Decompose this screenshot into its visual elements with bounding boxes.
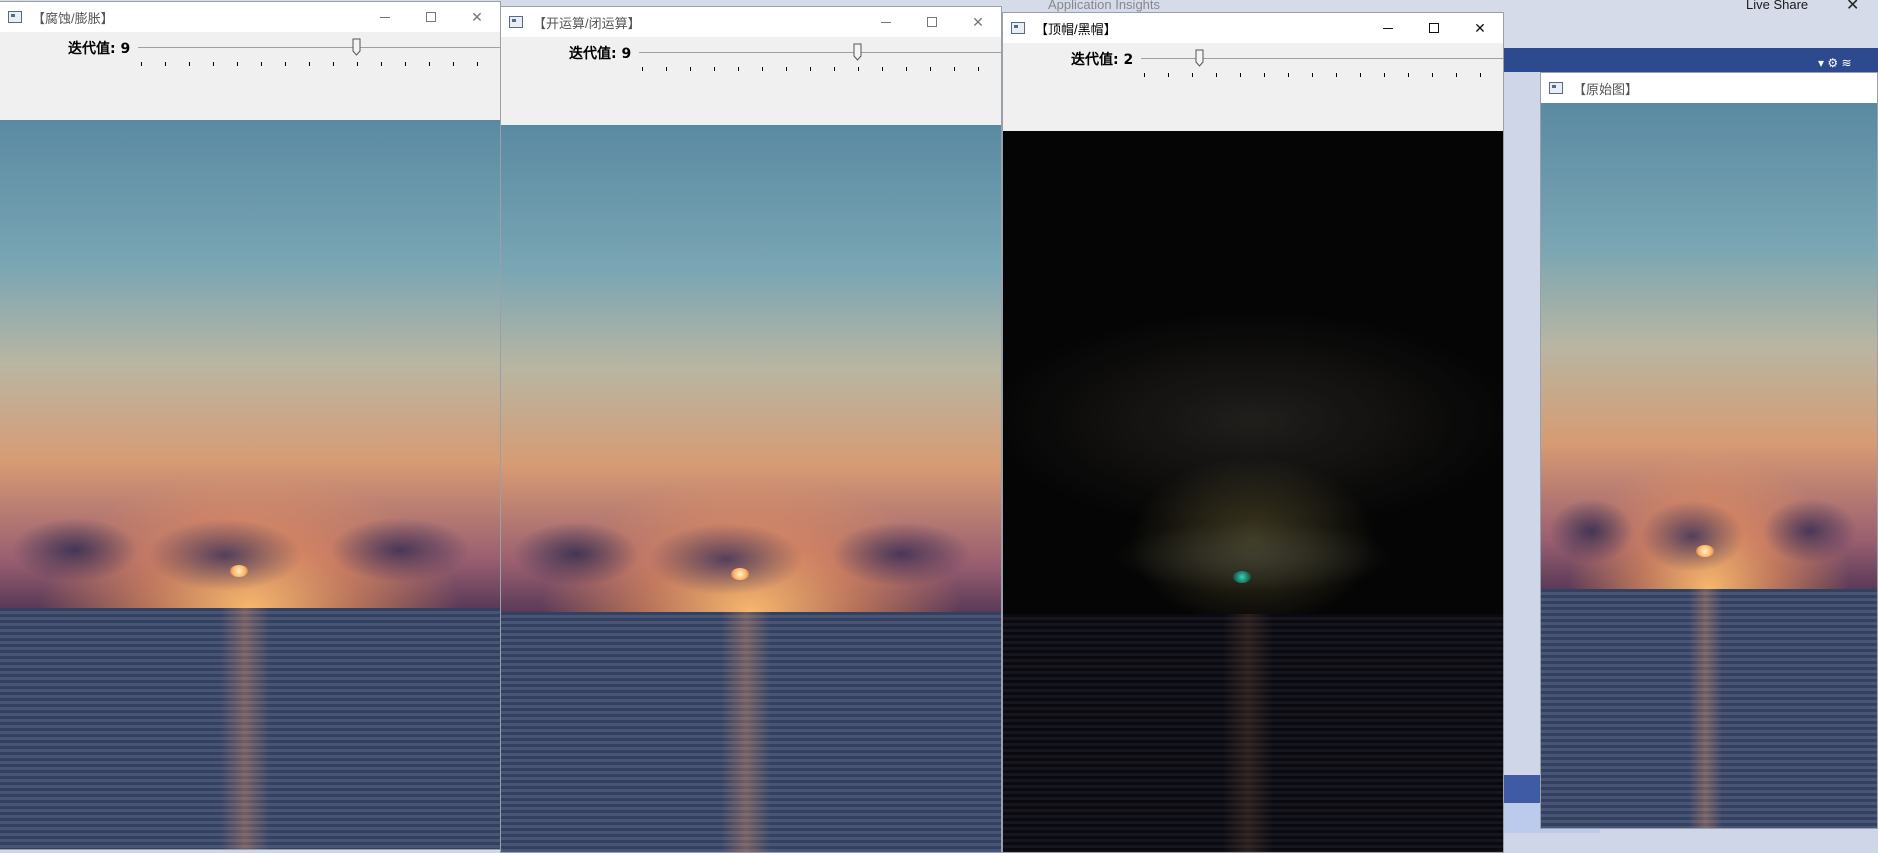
image-clouds bbox=[501, 503, 1001, 605]
iteration-trackbar-label: 迭代值: 9 bbox=[68, 41, 131, 57]
image-sea bbox=[0, 608, 500, 849]
iteration-trackbar-panel: 迭代值: 9 bbox=[0, 32, 500, 120]
application-insights-label[interactable]: Application Insights bbox=[1048, 0, 1160, 12]
iteration-trackbar-track[interactable] bbox=[639, 52, 1001, 53]
maximize-button[interactable] bbox=[408, 2, 454, 32]
image-clouds bbox=[1003, 505, 1503, 607]
window-app-icon bbox=[1549, 82, 1563, 94]
iteration-trackbar-panel: 迭代值: 9 bbox=[501, 37, 1001, 125]
iteration-trackbar-panel: 迭代值: 2 bbox=[1003, 43, 1503, 131]
window-titlebar[interactable]: 【顶帽/黑帽】 ✕ bbox=[1003, 13, 1503, 43]
window-title: 【原始图】 bbox=[1573, 81, 1639, 97]
window-titlebar[interactable]: 【腐蚀/膨胀】 ✕ bbox=[0, 2, 500, 32]
image-clouds bbox=[0, 499, 500, 602]
original-image-window[interactable]: 【原始图】 bbox=[1540, 72, 1878, 829]
close-button[interactable]: ✕ bbox=[454, 2, 500, 32]
close-button[interactable]: ✕ bbox=[955, 7, 1001, 37]
window-titlebar[interactable]: 【原始图】 bbox=[1541, 73, 1877, 103]
window-title: 【开运算/闭运算】 bbox=[533, 15, 641, 31]
window-title: 【顶帽/黑帽】 bbox=[1035, 21, 1117, 37]
image-sea bbox=[1541, 588, 1877, 828]
iteration-trackbar-ticks bbox=[141, 62, 500, 66]
ide-band-icons[interactable]: ▾ ⚙ ≋ bbox=[1818, 56, 1852, 70]
iteration-trackbar-ticks bbox=[1144, 73, 1503, 77]
image-clouds bbox=[1541, 480, 1877, 582]
ide-close-icon[interactable]: ✕ bbox=[1846, 0, 1859, 15]
image-sea bbox=[501, 612, 1001, 852]
minimize-button[interactable] bbox=[362, 2, 408, 32]
window-app-icon bbox=[509, 16, 523, 28]
iteration-trackbar-ticks bbox=[642, 67, 1001, 71]
iteration-trackbar-thumb[interactable] bbox=[352, 38, 361, 56]
iteration-trackbar-track[interactable] bbox=[138, 47, 500, 48]
window-app-icon bbox=[1011, 22, 1025, 34]
live-share-button[interactable]: Live Share bbox=[1746, 0, 1808, 12]
window-titlebar[interactable]: 【开运算/闭运算】 ✕ bbox=[501, 7, 1001, 37]
close-button[interactable]: ✕ bbox=[1457, 13, 1503, 43]
open-close-window[interactable]: 【开运算/闭运算】 ✕ 迭代值: 9 bbox=[500, 6, 1002, 853]
maximize-button[interactable] bbox=[909, 7, 955, 37]
maximize-button[interactable] bbox=[1411, 13, 1457, 43]
iteration-trackbar-label: 迭代值: 9 bbox=[569, 46, 632, 62]
tophat-blackhat-window[interactable]: 【顶帽/黑帽】 ✕ 迭代值: 2 bbox=[1002, 12, 1504, 853]
image-sun bbox=[1695, 545, 1714, 558]
erode-dilate-image bbox=[0, 120, 500, 849]
iteration-trackbar-label: 迭代值: 2 bbox=[1071, 52, 1134, 68]
minimize-button[interactable] bbox=[863, 7, 909, 37]
minimize-button[interactable] bbox=[1365, 13, 1411, 43]
iteration-trackbar-thumb[interactable] bbox=[1195, 49, 1204, 67]
image-sun bbox=[1233, 570, 1251, 583]
window-title: 【腐蚀/膨胀】 bbox=[32, 10, 114, 26]
image-sea bbox=[1003, 614, 1503, 852]
open-close-image bbox=[501, 125, 1001, 852]
window-app-icon bbox=[8, 11, 22, 23]
tophat-blackhat-image bbox=[1003, 131, 1503, 852]
image-sun bbox=[230, 564, 248, 577]
erode-dilate-window[interactable]: 【腐蚀/膨胀】 ✕ 迭代值: 9 bbox=[0, 1, 501, 850]
original-image bbox=[1541, 103, 1877, 828]
iteration-trackbar-thumb[interactable] bbox=[853, 43, 862, 61]
